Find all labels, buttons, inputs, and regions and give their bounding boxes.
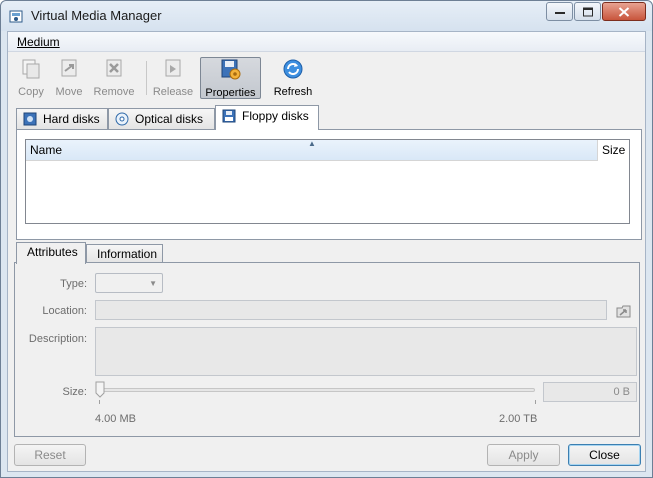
tab-optical-disks-label: Optical disks (135, 112, 204, 126)
hard-disk-icon (23, 112, 37, 126)
floppy-disk-icon (222, 109, 236, 123)
sort-ascending-icon: ▲ (308, 139, 316, 148)
size-value-field[interactable]: 0 B (543, 382, 637, 402)
size-slider-track[interactable] (98, 388, 535, 392)
attributes-panel: Type: ▼ Location: Description: Size: 0 B… (14, 262, 640, 437)
apply-button[interactable]: Apply (487, 444, 560, 466)
floppy-disks-panel: ▲ Name Size (16, 129, 642, 240)
close-button[interactable]: Close (568, 444, 641, 466)
window-title: Virtual Media Manager (31, 8, 162, 23)
size-min-label: 4.00 MB (95, 413, 136, 425)
toolbar: Copy Move Remove Release Properties Refr… (8, 53, 645, 101)
size-max-label: 2.00 TB (499, 413, 538, 425)
location-label: Location: (42, 305, 87, 317)
reset-button[interactable]: Reset (14, 444, 86, 466)
release-button[interactable]: Release (152, 57, 194, 99)
copy-button[interactable]: Copy (14, 57, 48, 99)
tab-hard-disks[interactable]: Hard disks (16, 108, 108, 130)
location-field[interactable] (95, 300, 607, 320)
size-label: Size: (62, 386, 87, 398)
move-icon (61, 59, 77, 77)
type-combobox[interactable]: ▼ (95, 273, 163, 293)
client-area: Medium Copy Move Remove Release Properti… (7, 31, 646, 472)
remove-icon (106, 59, 122, 77)
properties-icon (221, 59, 240, 80)
browse-folder-icon[interactable] (615, 302, 633, 320)
close-icon (618, 6, 630, 17)
copy-label: Copy (18, 86, 44, 98)
tab-floppy-disks[interactable]: Floppy disks (215, 105, 319, 130)
menu-medium[interactable]: Medium (17, 35, 60, 49)
remove-button[interactable]: Remove (92, 57, 136, 99)
size-slider-ticks (99, 400, 536, 404)
description-field[interactable] (95, 327, 637, 376)
chevron-down-icon: ▼ (149, 279, 157, 288)
tab-hard-disks-label: Hard disks (43, 112, 100, 126)
type-label: Type: (60, 278, 87, 290)
refresh-icon (283, 59, 303, 79)
title-bar[interactable]: Virtual Media Manager (1, 1, 652, 31)
tab-information[interactable]: Information (86, 244, 163, 264)
tab-floppy-disks-label: Floppy disks (242, 109, 309, 123)
release-label: Release (152, 86, 194, 98)
move-button[interactable]: Move (52, 57, 86, 99)
minimize-icon (554, 11, 565, 14)
column-header-size[interactable]: Size (597, 140, 629, 161)
refresh-label: Refresh (273, 86, 313, 98)
copy-icon (22, 59, 40, 79)
optical-disc-icon (115, 112, 129, 126)
tab-attributes[interactable]: Attributes (16, 242, 86, 264)
media-manager-icon (9, 10, 23, 23)
column-header-name[interactable]: Name (26, 140, 66, 161)
properties-label: Properties (205, 87, 256, 99)
remove-label: Remove (93, 86, 135, 98)
maximize-icon (582, 7, 593, 16)
description-label: Description: (28, 333, 87, 345)
size-slider-handle[interactable] (95, 381, 105, 398)
properties-button[interactable]: Properties (200, 57, 261, 99)
move-label: Move (55, 86, 83, 98)
list-header: ▲ Name Size (26, 139, 629, 161)
toolbar-separator (146, 61, 147, 95)
virtual-media-manager-window: Virtual Media Manager Medium Copy Move R… (0, 0, 653, 478)
close-window-button[interactable] (602, 2, 646, 21)
tab-optical-disks[interactable]: Optical disks (108, 108, 215, 130)
refresh-button[interactable]: Refresh (268, 57, 318, 99)
maximize-button[interactable] (574, 2, 601, 21)
minimize-button[interactable] (546, 2, 573, 21)
media-list[interactable]: ▲ Name Size (25, 139, 630, 224)
menu-bar: Medium (8, 32, 645, 52)
release-icon (165, 59, 181, 77)
